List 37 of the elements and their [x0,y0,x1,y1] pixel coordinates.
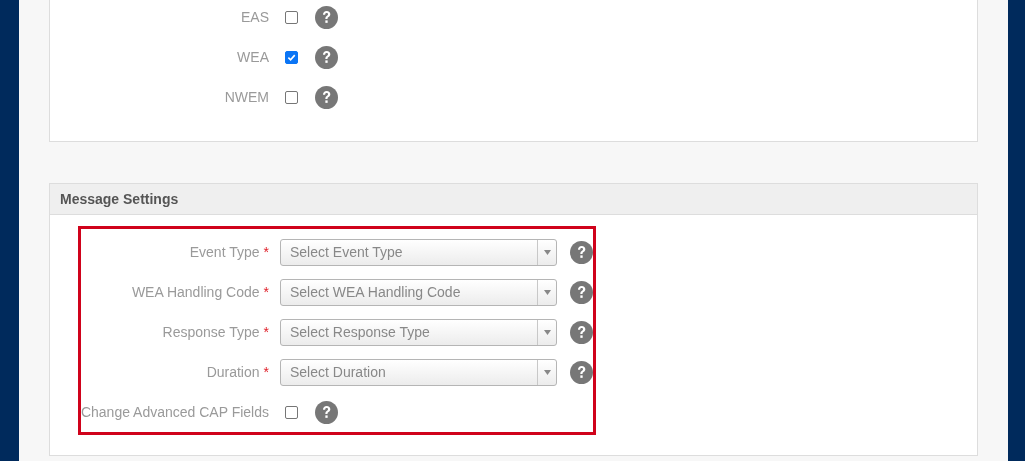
caret-icon [543,329,551,335]
caret-icon [543,289,551,295]
caret-icon [543,249,551,255]
caret-icon [543,369,551,375]
required-asterisk: * [263,362,269,382]
channel-label: WEA [236,47,269,67]
select-placeholder: Select Duration [289,362,387,382]
select-placeholder: Select WEA Handling Code [289,282,462,302]
field-label: Event Type [189,242,260,262]
channel-label: NWEM [223,87,269,107]
select-dropdown[interactable]: Select Response Type [280,318,557,346]
required-asterisk: * [263,322,269,342]
field-label: Response Type [162,322,260,342]
select-dropdown[interactable]: Select Duration [280,358,557,386]
select-placeholder: Select Response Type [289,322,431,342]
checkbox[interactable] [285,10,298,24]
field-label: WEA Handling Code [131,282,260,302]
help-icon[interactable] [315,85,338,109]
checkbox[interactable] [285,405,298,419]
field-label: Change Advanced CAP Fields [80,402,269,422]
help-icon[interactable] [315,45,338,69]
help-icon[interactable] [570,240,593,264]
panel-title: Message Settings [60,189,179,209]
help-icon[interactable] [570,280,593,304]
help-icon[interactable] [570,320,593,344]
field-label: Duration [206,362,260,382]
required-asterisk: * [263,242,269,262]
select-dropdown[interactable]: Select Event Type [280,238,557,266]
select-placeholder: Select Event Type [289,242,404,262]
help-icon[interactable] [570,360,593,384]
help-icon[interactable] [315,400,338,424]
channel-label: EAS [240,7,269,27]
checkbox[interactable] [285,90,298,104]
help-icon[interactable] [315,5,338,29]
required-asterisk: * [263,282,269,302]
select-dropdown[interactable]: Select WEA Handling Code [280,278,557,306]
checkbox[interactable] [285,50,298,64]
